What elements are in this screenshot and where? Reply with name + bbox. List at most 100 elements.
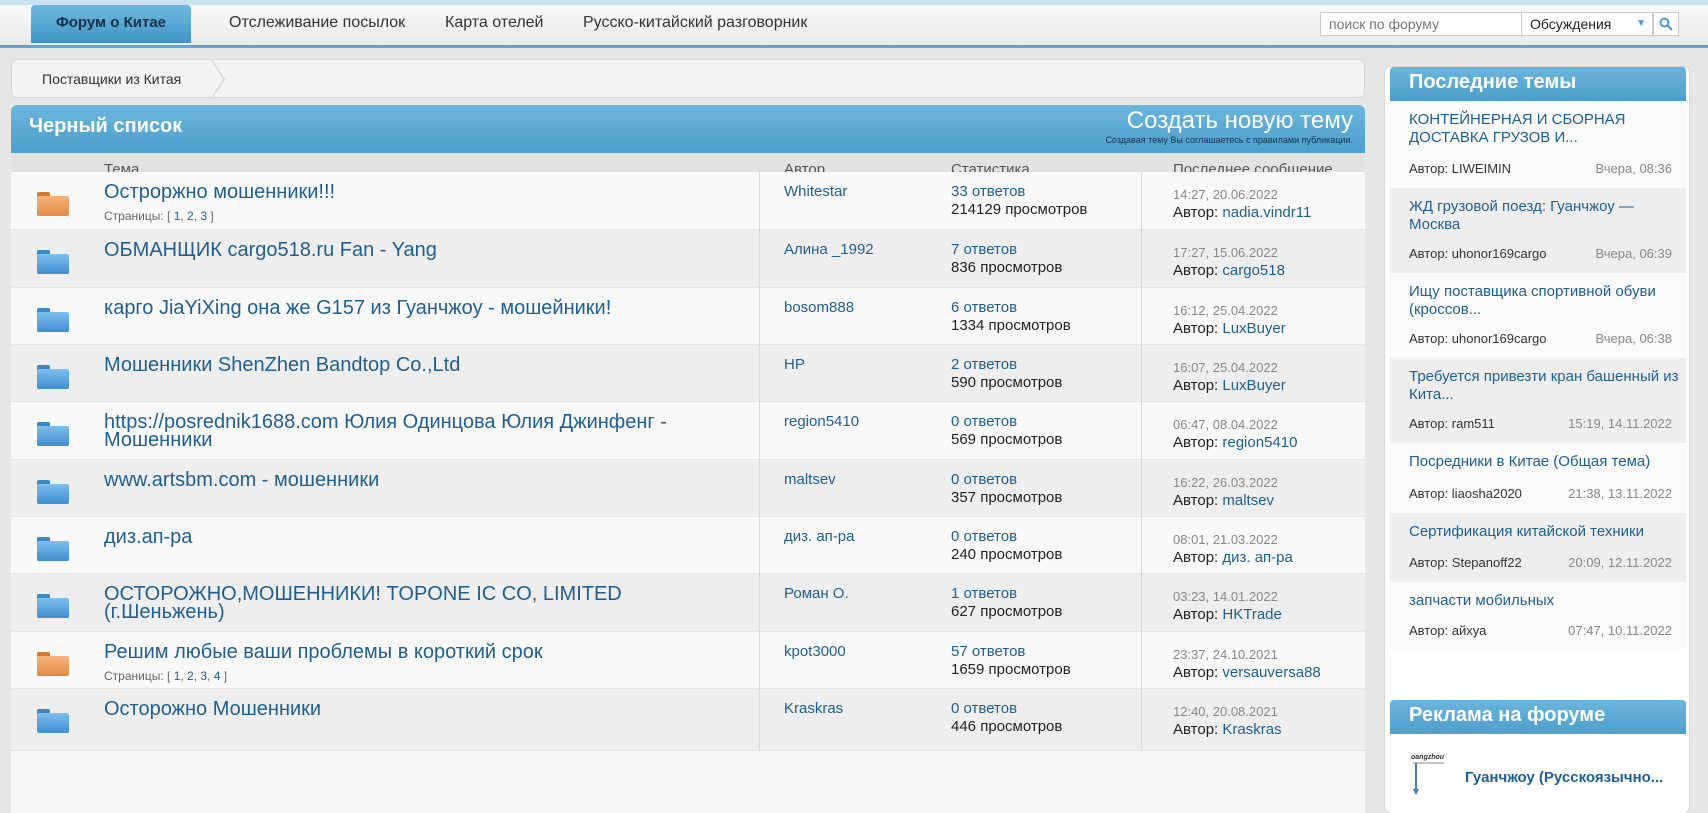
table-row: ОСТОРОЖНО,МОШЕННИКИ! TOPONE IC CO, LIMIT… [11,574,1365,636]
topic-title-link[interactable]: Осторожно Мошенники [104,699,724,719]
topic-title-link[interactable]: www.artsbm.com - мошенники [104,470,724,490]
topic-author-link[interactable]: maltsev [784,471,836,488]
last-author-link[interactable]: LuxBuyer [1222,377,1285,394]
top-strip [0,0,1708,5]
topic-replies-link[interactable]: 0 ответов [951,471,1017,488]
topic-replies-link[interactable]: 33 ответов [951,183,1025,200]
table-row: Остроржно мошенники!!! Страницы: [ 1, 2, … [11,172,1365,234]
search-button[interactable] [1653,12,1679,36]
latest-topic-link[interactable]: Требуется привезти кран башенный из Кита… [1409,368,1679,404]
author-name: liaosha2020 [1451,486,1522,501]
topic-replies-link[interactable]: 0 ответов [951,700,1017,717]
last-post-time: 16:12, 25.04.2022 [1173,303,1278,318]
last-post-time: 16:07, 25.04.2022 [1173,360,1278,375]
latest-topic-item: запчасти мобильных Автор: айхуа 07:47, 10.… [1390,582,1686,650]
latest-topic-author: Автор: LIWEIMIN [1409,161,1511,176]
page-link[interactable]: 1 [174,209,181,223]
nav-home-tab[interactable]: Форум о Китае [31,5,191,43]
topic-replies-link[interactable]: 6 ответов [951,299,1017,316]
breadcrumb-item-suppliers[interactable]: Поставщики из Китая [42,71,181,87]
latest-topic-link[interactable]: КОНТЕЙНЕРНАЯ И СБОРНАЯ ДОСТАВКА ГРУЗОВ И… [1409,111,1679,147]
last-author-link[interactable]: maltsev [1222,492,1274,509]
latest-topic-link[interactable]: ЖД грузовой поезд: Гуанчжоу — Москва [1409,198,1679,234]
search-scope-value: Обсуждения [1530,16,1612,32]
topic-replies-link[interactable]: 57 ответов [951,643,1025,660]
create-topic-button[interactable]: Создать новую тему [1127,107,1353,135]
latest-topic-link[interactable]: Сертификация китайской техники [1409,523,1679,541]
latest-topic-link[interactable]: Посредники в Китае (Общая тема) [1409,453,1679,471]
column-divider [1141,288,1142,350]
author-label: Автор: [1409,161,1449,176]
nav-link-phrasebook[interactable]: Русско-китайский разговорник [583,14,807,32]
column-divider [759,632,760,694]
topic-replies-link[interactable]: 0 ответов [951,413,1017,430]
topic-author-link[interactable]: region5410 [784,413,859,430]
nav-link-tracking[interactable]: Отслеживание посылок [229,14,405,32]
author-name: LIWEIMIN [1451,161,1512,176]
author-name: айхуа [1451,623,1487,638]
topic-author-link[interactable]: bosom888 [784,299,854,316]
last-author-link[interactable]: versauversa88 [1222,664,1320,681]
last-post-time: 12:40, 20.08.2021 [1173,704,1278,719]
topic-title-link[interactable]: карго JiaYiXing она же G157 из Гуанчжоу … [104,298,724,318]
topic-author-link[interactable]: диз. ап-ра [784,528,855,545]
search-scope-select[interactable]: Обсуждения ▼ [1521,12,1653,36]
topic-title-link[interactable]: https://posrednik1688.com Юлия Одинцова … [104,412,724,450]
topic-author-link[interactable]: HP [784,356,805,373]
topic-author-link[interactable]: Kraskras [784,700,843,717]
topic-replies-link[interactable]: 0 ответов [951,528,1017,545]
last-post-time: 03:23, 14.01.2022 [1173,589,1278,604]
topic-author-link[interactable]: Роман О. [784,585,849,602]
topic-title-link[interactable]: Мошенники ShenZhen Bandtop Co.,Ltd [104,355,724,375]
page-link[interactable]: 2 [187,209,194,223]
page-link[interactable]: 3 [200,669,207,683]
latest-topic-link[interactable]: запчасти мобильных [1409,592,1679,610]
page-link[interactable]: 1 [174,669,181,683]
last-author-link[interactable]: HKTrade [1222,606,1281,623]
folder-icon [37,709,69,733]
author-label: Автор: [1409,416,1449,431]
last-author-link[interactable]: nadia.vindr11 [1222,204,1311,221]
column-divider [1141,345,1142,407]
topic-title-link[interactable]: ОБМАНЩИК cargo518.ru Fan - Yang [104,240,724,260]
column-divider [1141,172,1142,234]
topic-views: 590 просмотров [951,374,1063,391]
breadcrumb-arrow [211,59,225,99]
table-row: https://posrednik1688.com Юлия Одинцова … [11,402,1365,464]
topic-title-link[interactable]: Решим любые ваши проблемы в короткий сро… [104,642,724,662]
topic-title-link[interactable]: диз.ап-ра [104,527,724,547]
latest-topic-link[interactable]: Ищу поставщика спортивной обуви (кроссов… [1409,283,1679,319]
topic-author-link[interactable]: kpot3000 [784,643,846,660]
page-link[interactable]: 3 [200,209,207,223]
topic-author-link[interactable]: Алина _1992 [784,241,874,258]
breadcrumb: Поставщики из Китая [11,59,1365,99]
topic-author-link[interactable]: Whitestar [784,183,847,200]
page-link[interactable]: 4 [214,669,221,683]
last-author-label: Автор: [1173,721,1219,738]
table-row: диз.ап-ра диз. ап-ра 0 ответов 240 просмотр… [11,517,1365,579]
topic-title-link[interactable]: ОСТОРОЖНО,МОШЕННИКИ! TOPONE IC CO, LIMIT… [104,584,724,622]
folder-icon [37,480,69,504]
last-post-author: Автор: versauversa88 [1173,664,1321,681]
column-divider [759,230,760,292]
topic-title-link[interactable]: Остроржно мошенники!!! [104,182,724,202]
topic-replies-link[interactable]: 2 ответов [951,356,1017,373]
column-divider [759,288,760,350]
last-author-link[interactable]: диз. ап-ра [1222,549,1293,566]
last-author-link[interactable]: LuxBuyer [1222,320,1285,337]
last-author-link[interactable]: cargo518 [1222,262,1285,279]
last-post-author: Автор: LuxBuyer [1173,320,1286,337]
last-author-link[interactable]: Kraskras [1222,721,1281,738]
last-post-author: Автор: nadia.vindr11 [1173,204,1311,221]
last-author-link[interactable]: region5410 [1222,434,1297,451]
latest-topic-date: 07:47, 10.11.2022 [1568,623,1672,638]
last-author-label: Автор: [1173,262,1219,279]
nav-link-hotels-map[interactable]: Карта отелей [445,14,544,32]
latest-topic-date: Вчера, 06:39 [1595,246,1672,261]
topic-replies-link[interactable]: 7 ответов [951,241,1017,258]
ad-item[interactable]: oangzhou Гуанчжоу (Русскоязычно... [1390,741,1686,813]
page-link[interactable]: 2 [187,669,194,683]
search-input[interactable] [1320,12,1522,36]
folder-icon [37,537,69,561]
topic-replies-link[interactable]: 1 ответов [951,585,1017,602]
